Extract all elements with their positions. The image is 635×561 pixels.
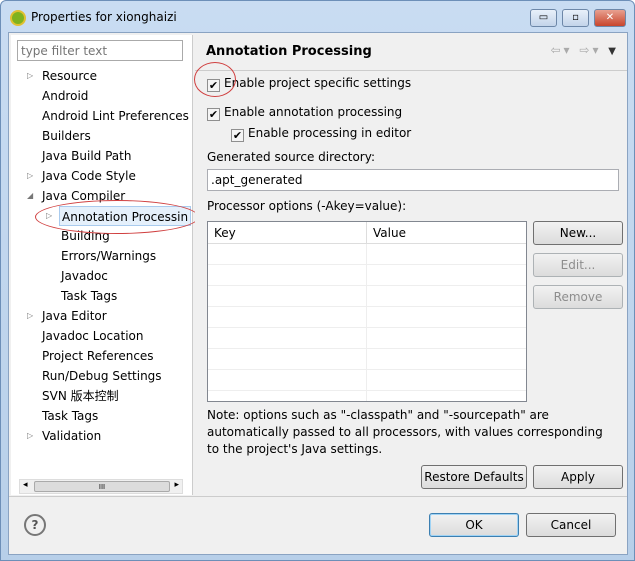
view-menu-icon[interactable]: ▼ — [608, 46, 619, 57]
edit-button[interactable]: Edit... — [533, 253, 623, 277]
check-icon: ✔ — [207, 108, 220, 121]
tree-item[interactable]: Builders — [40, 126, 93, 146]
tree-item[interactable]: Validation — [40, 426, 103, 446]
processor-options-table[interactable]: Key Value — [207, 221, 527, 402]
tree-item[interactable]: Task Tags — [40, 406, 100, 426]
navigation-panel: Resource ▷ AndroidAndroid Lint Preferences… — [11, 35, 199, 495]
close-button[interactable]: ✕ — [594, 9, 626, 27]
restore-defaults-button[interactable]: Restore Defaults — [421, 465, 527, 489]
ok-button[interactable]: OK — [429, 513, 519, 537]
expand-icon[interactable]: ▷ — [27, 171, 33, 180]
enable-project-specific-checkbox[interactable]: ✔ Enable project specific settings — [207, 76, 411, 92]
generated-dir-label: Generated source directory: — [207, 150, 375, 164]
remove-button[interactable]: Remove — [533, 285, 623, 309]
table-row — [208, 307, 526, 328]
table-row — [208, 265, 526, 286]
forward-dropdown-icon[interactable]: ▾ — [592, 43, 601, 57]
generated-dir-input[interactable]: .apt_generated — [207, 169, 619, 191]
expand-icon[interactable]: ▷ — [27, 431, 33, 440]
annotation-circle — [194, 62, 236, 97]
back-icon[interactable]: ⇦ — [550, 43, 563, 57]
minimize-button[interactable]: ▭ — [530, 9, 557, 27]
column-divider — [366, 244, 367, 401]
tree-item[interactable]: Run/Debug Settings — [40, 366, 164, 386]
eclipse-app-icon — [10, 10, 26, 26]
filter-input[interactable] — [17, 40, 183, 61]
checkbox-label: Enable annotation processing — [224, 105, 403, 119]
scroll-thumb[interactable]: III — [34, 481, 170, 492]
help-icon[interactable]: ? — [24, 514, 46, 536]
expand-icon[interactable]: ▷ — [27, 311, 33, 320]
checkbox-label: Enable project specific settings — [224, 76, 412, 90]
table-row — [208, 244, 526, 265]
table-row — [208, 370, 526, 391]
tree-item[interactable]: Android — [40, 86, 90, 106]
tree-item[interactable]: Android Lint Preferences — [40, 106, 191, 126]
tree-item[interactable]: Resource — [40, 66, 99, 86]
tree-item[interactable]: Project References — [40, 346, 156, 366]
preference-page: Annotation Processing ⇦▾ ⇨▾ ▼ ✔ Enable pr… — [194, 35, 627, 495]
column-header-value[interactable]: Value — [367, 222, 526, 244]
tree-item[interactable]: Java Build Path — [40, 146, 133, 166]
table-row — [208, 328, 526, 349]
tree-item[interactable]: Java Editor — [40, 306, 109, 326]
checkbox-label: Enable processing in editor — [248, 126, 412, 140]
dialog-client: Resource ▷ AndroidAndroid Lint Preferences… — [8, 32, 628, 555]
tree-item[interactable]: SVN 版本控制 — [40, 386, 121, 406]
column-header-key[interactable]: Key — [208, 222, 367, 244]
collapse-icon[interactable]: ◢ — [27, 191, 33, 200]
forward-icon[interactable]: ⇨ — [579, 43, 592, 57]
new-button[interactable]: New... — [533, 221, 623, 245]
scroll-left-icon[interactable]: ◂ — [23, 480, 28, 490]
apply-button[interactable]: Apply — [533, 465, 623, 489]
properties-dialog: Properties for xionghaizi ▭ ▫ ✕ Resource… — [0, 0, 635, 561]
window-title: Properties for xionghaizi — [31, 10, 177, 24]
enable-annotation-processing-checkbox[interactable]: ✔ Enable annotation processing — [207, 105, 402, 121]
classpath-note: Note: options such as "-classpath" and "… — [207, 408, 603, 456]
tree-item[interactable]: Task Tags — [59, 286, 119, 306]
horizontal-scrollbar[interactable]: ◂ III ▸ — [19, 479, 183, 494]
expand-icon[interactable]: ▷ — [27, 71, 33, 80]
maximize-button[interactable]: ▫ — [562, 9, 589, 27]
tree-item[interactable]: Javadoc — [59, 266, 110, 286]
tree-item[interactable]: Java Code Style — [40, 166, 138, 186]
processor-options-label: Processor options (-Akey=value): — [207, 199, 407, 213]
annotation-circle — [35, 200, 199, 234]
table-row — [208, 286, 526, 307]
tree-item[interactable]: Errors/Warnings — [59, 246, 158, 266]
enable-processing-in-editor-checkbox[interactable]: ✔ Enable processing in editor — [231, 126, 411, 142]
cancel-button[interactable]: Cancel — [526, 513, 616, 537]
scroll-right-icon[interactable]: ▸ — [174, 480, 179, 490]
page-title: Annotation Processing — [206, 44, 372, 59]
table-row — [208, 349, 526, 370]
page-nav: ⇦▾ ⇨▾ ▼ — [550, 43, 619, 57]
check-icon: ✔ — [231, 129, 244, 142]
title-separator — [195, 70, 627, 71]
footer-separator — [9, 496, 627, 497]
tree-item[interactable]: Javadoc Location — [40, 326, 145, 346]
back-dropdown-icon[interactable]: ▾ — [564, 43, 573, 57]
